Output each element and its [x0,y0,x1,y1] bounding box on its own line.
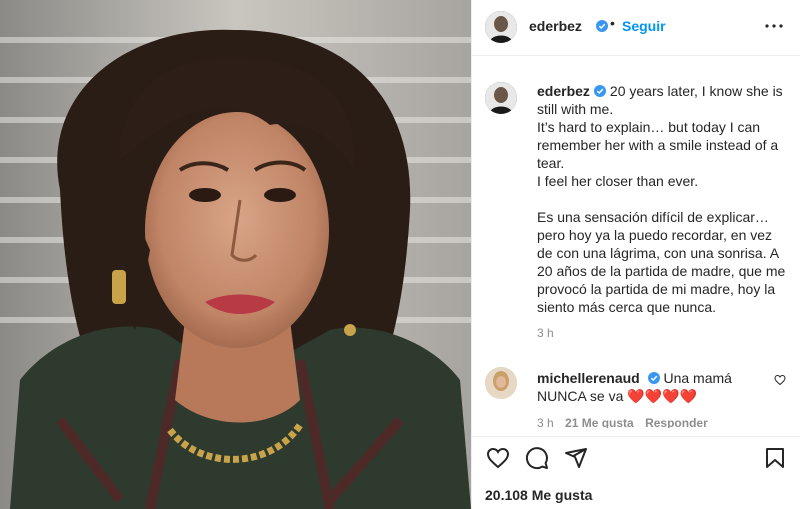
verified-badge-icon [596,20,608,32]
author-avatar[interactable] [485,11,517,43]
comment: michellerenaud Una mamá NUNCA se va ❤️❤️… [537,369,757,405]
separator-dot: • [610,15,615,31]
caption-text: 20 years later, I know she is still with… [537,83,786,315]
reply-button[interactable]: Responder [645,416,708,428]
avatar-image [485,11,517,43]
verified-badge-icon [647,372,660,384]
bookmark-icon[interactable] [763,446,787,470]
heart-icon[interactable] [486,446,510,470]
post-sidebar: ederbez • Seguir ederbez 20 years later, … [471,0,800,509]
share-icon[interactable] [564,446,588,470]
commenter-avatar[interactable] [485,367,517,399]
action-bar: 20.108 Me gusta [472,436,800,509]
author-username[interactable]: ederbez [529,18,582,34]
post-header: ederbez • Seguir [472,0,800,56]
avatar-image [485,82,517,114]
comment-hearts: ❤️❤️❤️❤️ [627,388,697,404]
caption-avatar[interactable] [485,82,517,114]
post-caption: ederbez 20 years later, I know she is sti… [537,82,789,316]
portrait-image [0,0,471,509]
comment-likes[interactable]: 21 Me gusta [565,416,634,428]
post-photo[interactable] [0,0,471,509]
comment-username[interactable]: michellerenaud [537,370,640,386]
caption-timestamp[interactable]: 3 h [537,326,554,340]
verified-badge-icon [593,85,606,97]
comment-like-heart-icon[interactable] [774,374,786,386]
caption-username[interactable]: ederbez [537,83,590,99]
ellipsis-icon[interactable] [762,14,786,38]
follow-button[interactable]: Seguir [622,18,666,34]
likes-count[interactable]: 20.108 Me gusta [485,487,592,503]
comment-meta: 3 h 21 Me gusta Responder [537,416,708,428]
comment-timestamp[interactable]: 3 h [537,416,554,428]
comment-icon[interactable] [525,446,549,470]
avatar-image [485,367,517,399]
